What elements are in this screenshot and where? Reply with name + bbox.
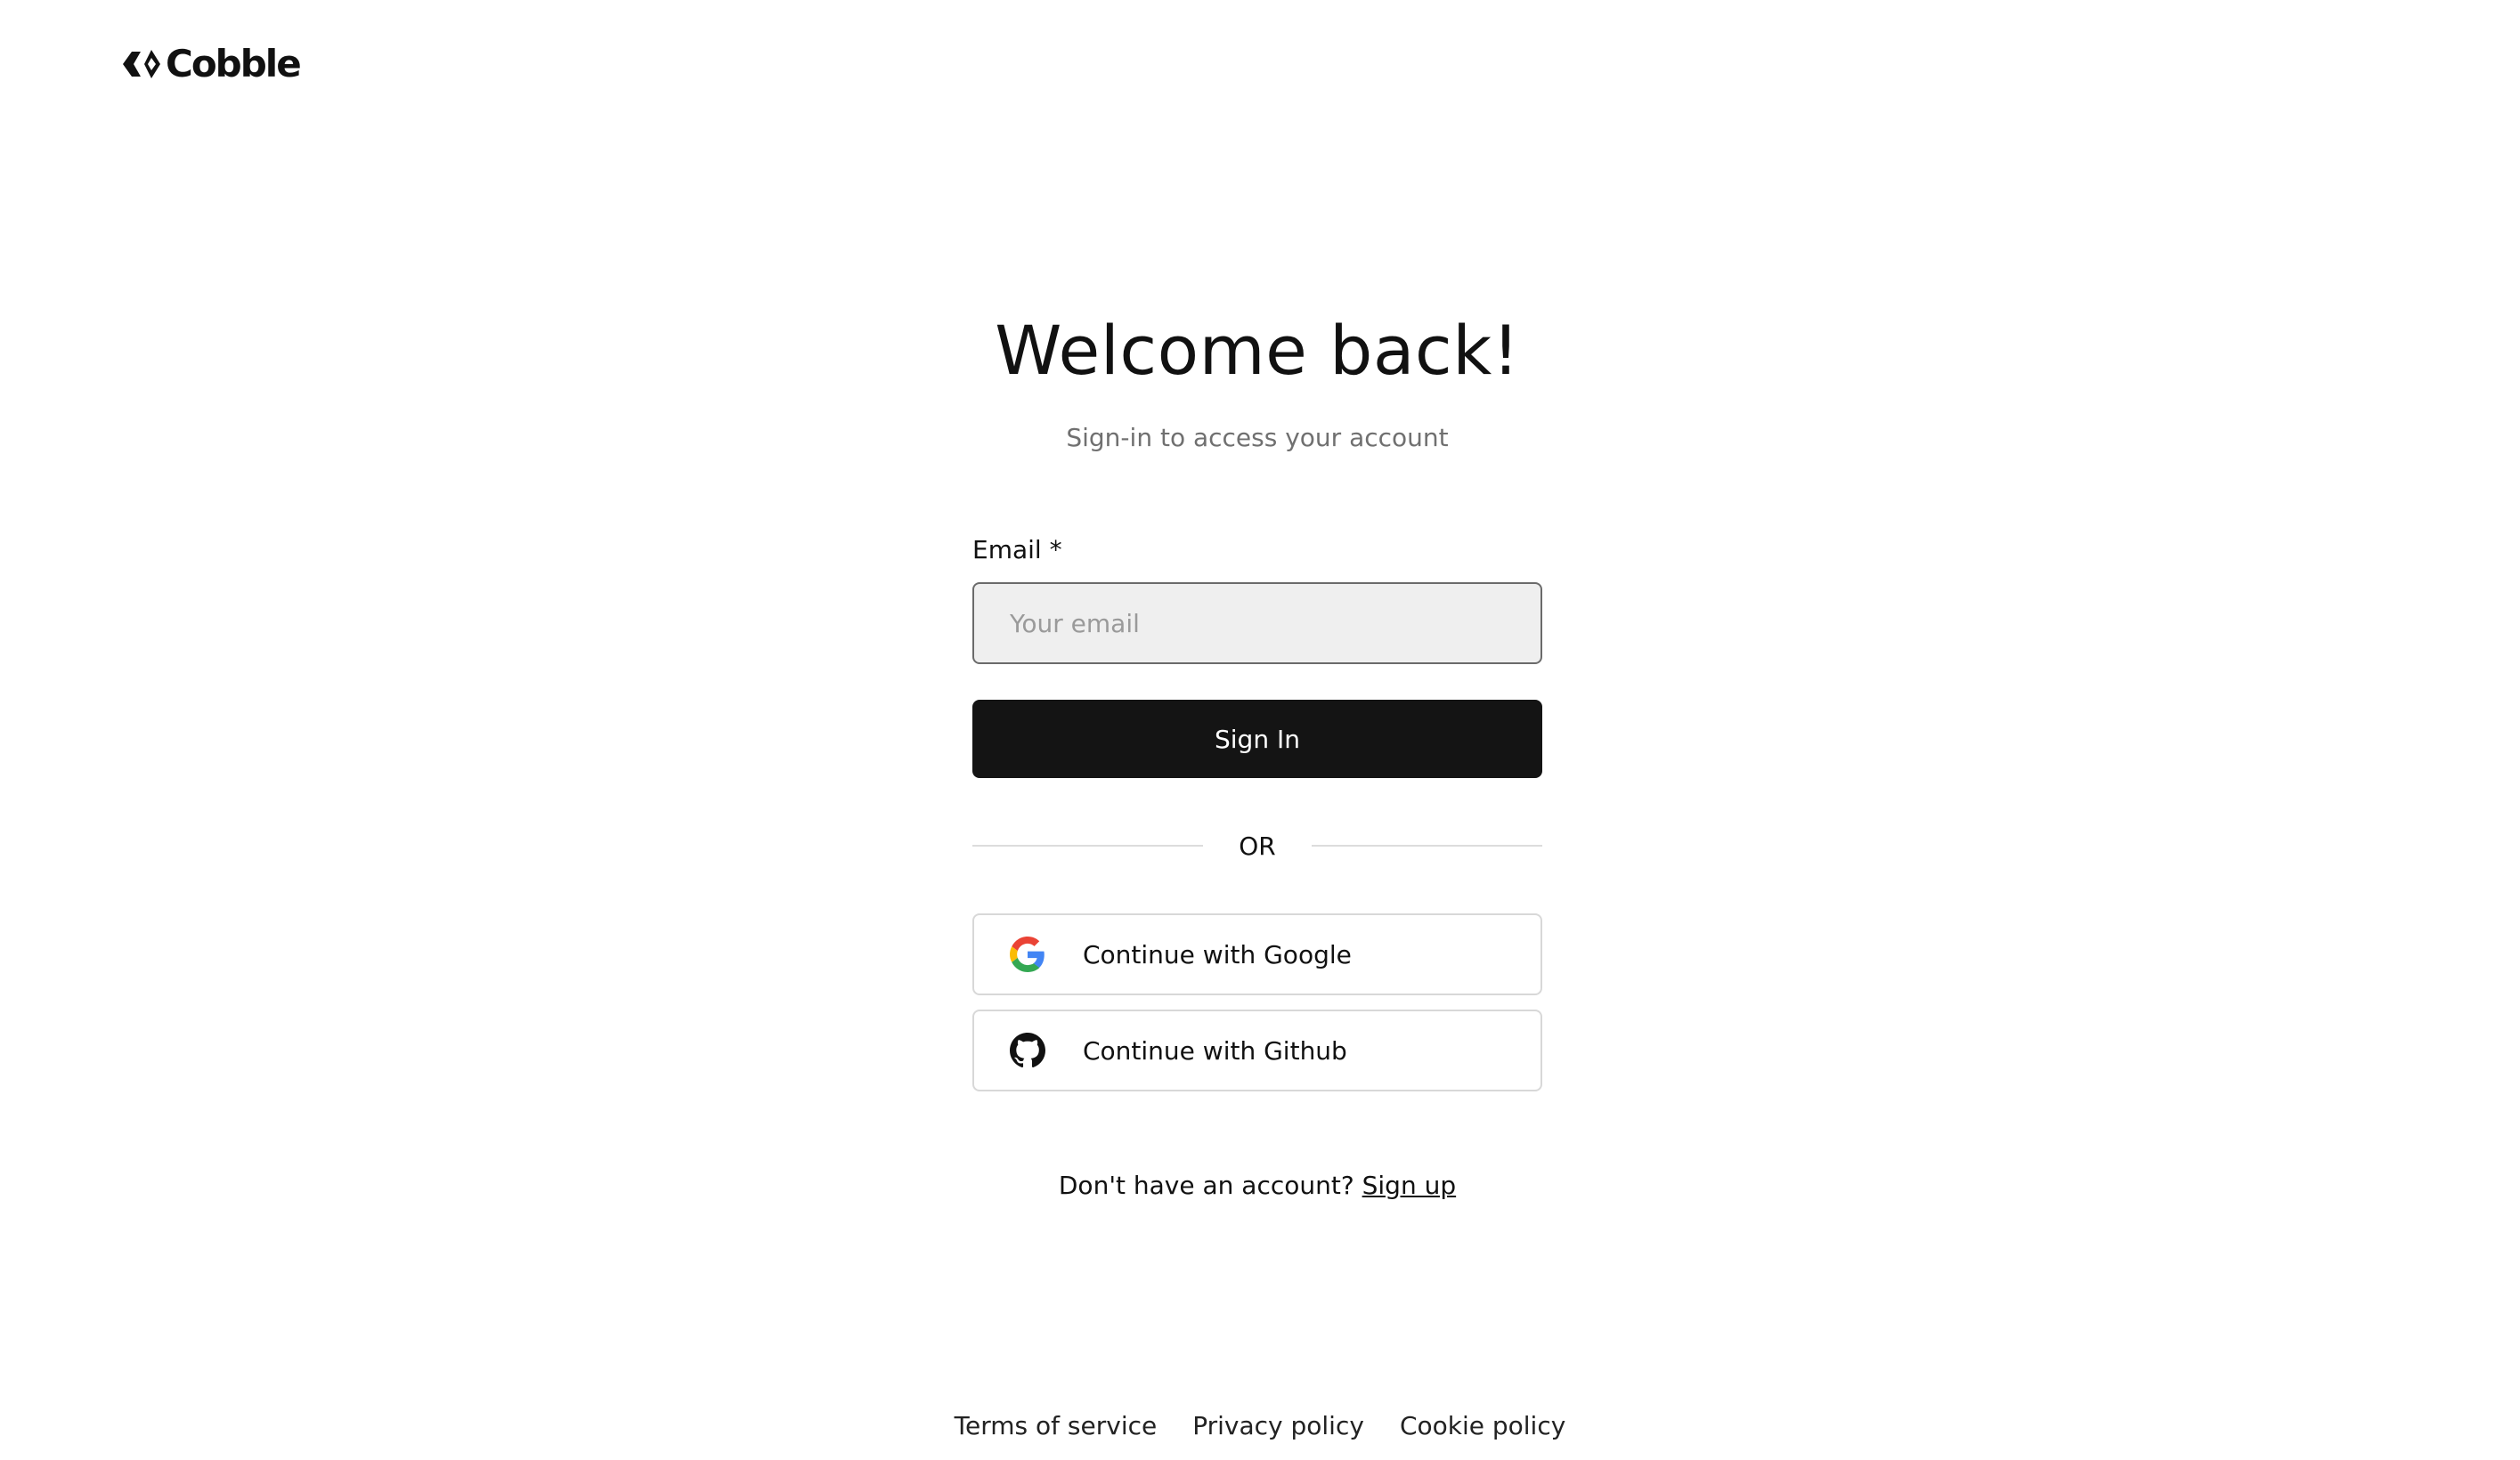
footer-links: Terms of service Privacy policy Cookie p… bbox=[0, 1408, 2520, 1444]
sign-in-page: Cobble Welcome back! Sign-in to access y… bbox=[0, 0, 2520, 1460]
continue-with-google-button[interactable]: Continue with Google bbox=[972, 913, 1542, 995]
page-subtitle: Sign-in to access your account bbox=[1066, 423, 1449, 452]
cookie-policy-link[interactable]: Cookie policy bbox=[1400, 1408, 1565, 1444]
google-icon bbox=[1010, 937, 1045, 972]
divider-line-right bbox=[1312, 845, 1542, 847]
or-divider: OR bbox=[972, 828, 1542, 864]
cobble-logo-icon bbox=[123, 50, 160, 78]
signup-prompt: Don't have an account? Sign up bbox=[866, 1168, 1649, 1204]
divider-text: OR bbox=[1239, 831, 1276, 861]
signup-prompt-text: Don't have an account? bbox=[1058, 1171, 1354, 1200]
divider-line-left bbox=[972, 845, 1203, 847]
continue-with-github-button[interactable]: Continue with Github bbox=[972, 1010, 1542, 1091]
sign-in-button[interactable]: Sign In bbox=[972, 700, 1542, 778]
privacy-policy-link[interactable]: Privacy policy bbox=[1192, 1408, 1364, 1444]
google-button-label: Continue with Google bbox=[1083, 939, 1352, 969]
brand-logo[interactable]: Cobble bbox=[121, 42, 302, 85]
github-icon bbox=[1010, 1033, 1045, 1068]
email-input[interactable] bbox=[972, 582, 1542, 664]
sign-up-link[interactable]: Sign up bbox=[1362, 1171, 1457, 1200]
email-label: Email * bbox=[972, 535, 1062, 564]
github-button-label: Continue with Github bbox=[1083, 1035, 1347, 1066]
terms-of-service-link[interactable]: Terms of service bbox=[955, 1408, 1158, 1444]
page-title: Welcome back! bbox=[995, 311, 1520, 390]
brand-name: Cobble bbox=[166, 42, 302, 85]
